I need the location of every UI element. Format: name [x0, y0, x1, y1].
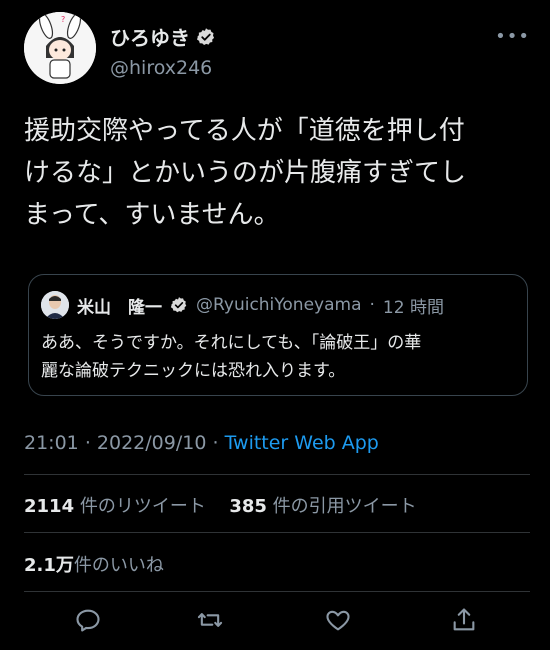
like-heart-icon[interactable]	[324, 606, 352, 634]
display-name-row: ひろゆき	[110, 22, 216, 51]
quote-tweets-count: 385	[229, 496, 267, 517]
tweet-text: 援助交際やってる人が「道徳を押し付 けるな」とかいうのが片腹痛すぎてし まって、…	[24, 116, 467, 230]
likes-stats[interactable]: 2.1万件のいいね	[24, 551, 164, 577]
verified-badge-icon	[197, 27, 215, 45]
quoted-avatar-photo-icon	[41, 291, 69, 319]
divider	[24, 532, 530, 533]
action-bar	[24, 600, 530, 640]
quoted-tweet[interactable]: 米山 隆一 @RyuichiYoneyama · 12 時間 ああ、そうですか。…	[28, 274, 528, 396]
source-app-link[interactable]: Twitter Web App	[225, 432, 379, 454]
tweet-time: 21:01	[24, 432, 79, 454]
meta-separator: ·	[212, 432, 219, 454]
quoted-tweet-header: 米山 隆一 @RyuichiYoneyama · 12 時間	[41, 291, 444, 319]
tweet-meta: 21:01 · 2022/09/10 · Twitter Web App	[24, 432, 379, 454]
tweet-header: ? ひろゆき @hirox246 •••	[24, 12, 530, 86]
quote-tweets-label: 件の引用ツイート	[266, 496, 417, 517]
meta-separator: ·	[84, 432, 91, 454]
tweet-date: 2022/09/10	[96, 432, 207, 454]
divider	[24, 474, 530, 475]
likes-label: 件のいいね	[73, 555, 164, 576]
retweets-label: 件のリツイート	[74, 496, 206, 517]
likes-count: 2.1万	[24, 555, 74, 576]
quoted-tweet-text: ああ、そうですか。それにしても、「論破王」の華 麗な論破テクニックには恐れ入りま…	[41, 333, 422, 381]
handle[interactable]: @hirox246	[110, 57, 216, 79]
engagement-stats: 2114 件のリツイート 385 件の引用ツイート	[24, 492, 417, 518]
quoted-separator: ·	[369, 295, 375, 315]
quoted-display-name: 米山 隆一	[77, 297, 162, 318]
avatar[interactable]: ?	[24, 12, 96, 84]
retweets-stat[interactable]: 2114 件のリツイート	[24, 496, 206, 517]
share-icon[interactable]	[450, 606, 478, 634]
retweet-icon[interactable]	[196, 606, 224, 634]
retweets-count: 2114	[24, 496, 75, 517]
divider	[24, 591, 530, 592]
quoted-time: 12 時間	[382, 297, 444, 318]
display-name[interactable]: ひろゆき	[110, 22, 190, 51]
quote-tweets-stat[interactable]: 385 件の引用ツイート	[229, 496, 416, 517]
quoted-avatar	[41, 291, 69, 319]
reply-icon[interactable]	[74, 606, 102, 634]
quoted-handle: @RyuichiYoneyama	[196, 295, 362, 315]
more-options-icon[interactable]: •••	[495, 26, 530, 47]
verified-badge-icon	[170, 297, 187, 313]
svg-text:?: ?	[61, 15, 65, 24]
avatar-illustration-icon: ?	[24, 12, 96, 84]
